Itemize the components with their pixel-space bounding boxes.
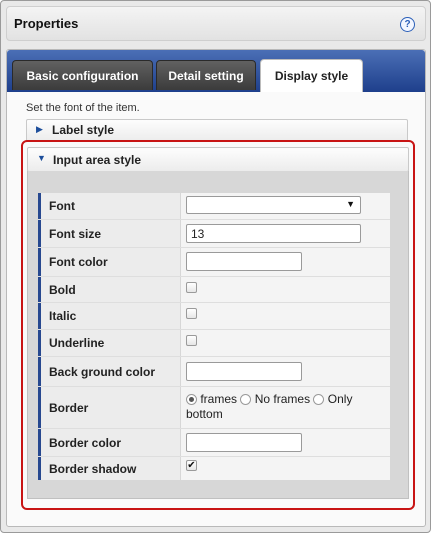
border-radio-group: frames No frames Only bottom [186, 392, 391, 422]
border-shadow-checkbox[interactable]: ✔ [186, 460, 197, 471]
underline-label: Underline [49, 336, 105, 350]
font-size-value-cell [181, 220, 390, 247]
back-ground-color-value-cell [181, 357, 390, 386]
border-color-value-cell [181, 429, 390, 456]
bold-label: Bold [49, 282, 76, 297]
back-ground-color-label: Back ground color [49, 364, 156, 379]
font-color-row: Font color [38, 248, 390, 277]
border-shadow-row: Border shadow ✔ [38, 457, 390, 480]
border-row: Border frames No frames Only bottom [38, 387, 390, 429]
font-size-label: Font size [49, 226, 102, 241]
dropdown-caret-icon: ▼ [346, 199, 355, 209]
border-color-label-cell: Border color [38, 429, 180, 456]
title-bar: Properties ? [6, 6, 426, 41]
highlight-frame: ▼ Input area style Font ▼ Font size 13 F… [21, 140, 415, 510]
font-size-input[interactable] [186, 224, 361, 243]
font-select[interactable]: ▼ [186, 196, 361, 214]
font-color-label: Font color [49, 255, 108, 269]
italic-label: Italic [49, 309, 77, 323]
italic-value-cell [181, 303, 390, 329]
border-no-frames-radio[interactable] [240, 394, 252, 405]
font-color-label-cell: Font color [38, 248, 180, 276]
font-row: Font ▼ [38, 193, 390, 220]
window-title: Properties [14, 16, 79, 31]
back-ground-color-row: Back ground color [38, 357, 390, 387]
bold-row: Bold [38, 277, 390, 303]
properties-panel: Basic configuration Detail setting Displ… [6, 49, 426, 527]
bold-label-cell: Bold [38, 277, 180, 302]
collapsed-arrow-icon: ▶ [36, 124, 43, 134]
border-color-input[interactable] [186, 433, 302, 452]
font-label-cell: Font [38, 193, 180, 219]
border-value-cell: frames No frames Only bottom [181, 387, 390, 428]
italic-row: Italic [38, 303, 390, 330]
section-hint: Set the font of the item. [26, 102, 140, 114]
style-settings-table: Font ▼ Font size 13 Font color Bold Ital… [38, 193, 390, 480]
properties-window: Properties ? Basic configuration Detail … [0, 0, 431, 533]
tab-display-style[interactable]: Display style [260, 59, 363, 92]
font-size-row: Font size [38, 220, 390, 248]
font-label: Font [49, 199, 75, 213]
border-shadow-value-cell: ✔ [181, 457, 390, 480]
bold-checkbox[interactable] [186, 282, 197, 293]
border-color-row: Border color [38, 429, 390, 457]
border-frames-label: frames [200, 392, 238, 406]
border-shadow-label-cell: Border shadow [38, 457, 180, 480]
font-size-label-cell: Font size [38, 220, 180, 247]
border-shadow-label: Border shadow [49, 461, 137, 476]
input-area-style-title: Input area style [53, 153, 142, 167]
tab-basic-configuration[interactable]: Basic configuration [12, 60, 153, 90]
border-label-cell: Border [38, 387, 180, 428]
border-color-label: Border color [49, 435, 122, 450]
italic-checkbox[interactable] [186, 308, 197, 319]
underline-value-cell [181, 330, 390, 356]
expanded-arrow-icon: ▼ [37, 153, 46, 163]
border-only-bottom-radio[interactable] [313, 394, 325, 405]
back-ground-color-input[interactable] [186, 362, 302, 381]
bold-value-cell [181, 277, 390, 302]
border-frames-radio[interactable] [186, 394, 197, 405]
input-area-style-header[interactable]: ▼ Input area style [27, 147, 409, 172]
tab-detail-setting[interactable]: Detail setting [156, 60, 256, 90]
underline-row: Underline [38, 330, 390, 357]
input-area-style-content: Font ▼ Font size 13 Font color Bold Ital… [27, 171, 409, 499]
font-color-input[interactable] [186, 252, 302, 271]
italic-label-cell: Italic [38, 303, 180, 329]
border-label: Border [49, 400, 89, 415]
help-icon[interactable]: ? [400, 17, 415, 32]
font-color-value-cell [181, 248, 390, 276]
underline-label-cell: Underline [38, 330, 180, 356]
tab-bar: Basic configuration Detail setting Displ… [7, 50, 425, 92]
border-no-frames-label: No frames [254, 392, 311, 406]
font-value-cell: ▼ [181, 193, 390, 219]
back-ground-color-label-cell: Back ground color [38, 357, 180, 386]
label-style-header[interactable]: ▶ Label style [26, 119, 408, 142]
label-style-title: Label style [52, 123, 115, 137]
underline-checkbox[interactable] [186, 335, 197, 346]
